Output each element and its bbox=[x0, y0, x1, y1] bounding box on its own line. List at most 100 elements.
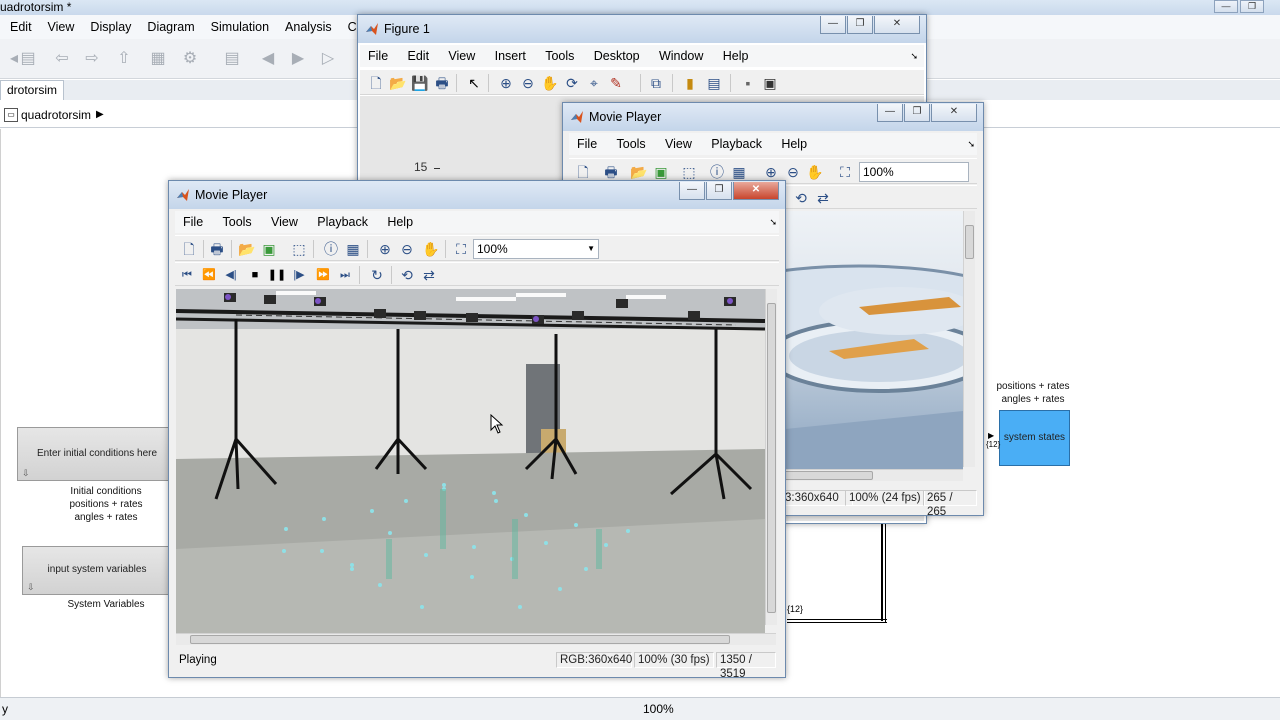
forward-backward-icon[interactable]: ⟲ bbox=[397, 265, 417, 285]
pan-hand-icon[interactable]: ✋ bbox=[805, 162, 825, 182]
figure1-menu-help[interactable]: Help bbox=[715, 45, 757, 67]
open-file-icon[interactable]: 📂 bbox=[629, 162, 649, 182]
movie-front-maximize-button[interactable]: ❐ bbox=[706, 182, 732, 200]
scroll-thumb[interactable] bbox=[965, 225, 974, 259]
movie-back-maximize-button[interactable]: ❐ bbox=[904, 104, 930, 122]
link-plot-icon[interactable]: ⧉ bbox=[646, 73, 666, 93]
movie-front-vertical-scrollbar[interactable] bbox=[765, 289, 777, 625]
figure1-menu-window[interactable]: Window bbox=[651, 45, 711, 67]
save-icon[interactable]: ▤ bbox=[18, 49, 38, 69]
stop-icon[interactable]: ■ bbox=[245, 265, 265, 285]
hide-plot-tools-icon[interactable]: ▪ bbox=[738, 73, 758, 93]
system-variables-block[interactable]: input system variables ⇩ bbox=[22, 546, 172, 595]
movie-front-menu-tools[interactable]: Tools bbox=[215, 211, 260, 233]
pointer-icon[interactable]: ↖ bbox=[464, 73, 484, 93]
bus-line[interactable] bbox=[885, 521, 887, 623]
rewind-icon[interactable]: ⏪ bbox=[199, 265, 219, 285]
movie-back-titlebar[interactable]: Movie Player — ❐ ✕ bbox=[563, 103, 983, 131]
data-cursor-icon[interactable]: ⌖ bbox=[584, 73, 604, 93]
save-icon[interactable]: 💾 bbox=[410, 73, 430, 93]
movie-back-menu-help[interactable]: Help bbox=[773, 133, 815, 155]
bus-line[interactable] bbox=[881, 521, 883, 621]
pixel-region-icon[interactable]: ▦ bbox=[729, 162, 749, 182]
figure1-menu-view[interactable]: View bbox=[440, 45, 483, 67]
export-icon[interactable]: ⬚ bbox=[289, 239, 309, 259]
figure1-menu-file[interactable]: File bbox=[360, 45, 396, 67]
print-icon[interactable]: 🖶 bbox=[432, 73, 452, 93]
movie-front-minimize-button[interactable]: — bbox=[679, 182, 705, 200]
info-icon[interactable]: ⓘ bbox=[707, 162, 727, 182]
initial-conditions-block[interactable]: Enter initial conditions here ⇩ bbox=[17, 427, 177, 481]
forward-backward-icon[interactable]: ⟲ bbox=[791, 188, 811, 208]
up-icon[interactable]: ⇧ bbox=[114, 49, 134, 69]
pixel-region-icon[interactable]: ▦ bbox=[343, 239, 363, 259]
simulink-menu-view[interactable]: View bbox=[40, 15, 83, 39]
export-icon[interactable]: ⬚ bbox=[679, 162, 699, 182]
new-icon[interactable]: 🗋 bbox=[179, 239, 199, 259]
breadcrumb-model[interactable]: quadrotorsim bbox=[21, 102, 91, 128]
movie-front-menu-view[interactable]: View bbox=[263, 211, 306, 233]
dock-arrow-icon[interactable]: ➘ bbox=[910, 45, 918, 67]
simulink-minimize-button[interactable]: — bbox=[1214, 0, 1238, 13]
step-forward-icon[interactable]: |▶ bbox=[289, 265, 309, 285]
figure1-menu-tools[interactable]: Tools bbox=[537, 45, 582, 67]
rotate-3d-icon[interactable]: ⟳ bbox=[562, 73, 582, 93]
system-states-block[interactable]: system states bbox=[999, 410, 1070, 466]
run-icon[interactable]: ▶ bbox=[288, 49, 308, 69]
swap-icon[interactable]: ⇄ bbox=[813, 188, 833, 208]
simulink-menu-display[interactable]: Display bbox=[82, 15, 139, 39]
movie-back-menu-tools[interactable]: Tools bbox=[609, 133, 654, 155]
pause-icon[interactable]: ❚❚ bbox=[267, 265, 287, 285]
figure1-minimize-button[interactable]: — bbox=[820, 16, 846, 34]
pan-hand-icon[interactable]: ✋ bbox=[421, 239, 441, 259]
movie-back-menu-file[interactable]: File bbox=[569, 133, 605, 155]
last-frame-icon[interactable]: ⏭ bbox=[335, 265, 355, 285]
dock-arrow-icon[interactable]: ➘ bbox=[769, 211, 777, 233]
movie-front-menu-playback[interactable]: Playback bbox=[309, 211, 376, 233]
zoom-in-icon[interactable]: ⊕ bbox=[496, 73, 516, 93]
figure1-maximize-button[interactable]: ❐ bbox=[847, 16, 873, 34]
breadcrumb-arrow-icon[interactable]: ▶ bbox=[96, 102, 104, 128]
tab-quadrotorsim[interactable]: drotorsim bbox=[0, 80, 65, 100]
zoom-in-icon[interactable]: ⊕ bbox=[375, 239, 395, 259]
movie-back-menu-view[interactable]: View bbox=[657, 133, 700, 155]
movie-back-zoom-combo[interactable]: 100% bbox=[859, 162, 969, 182]
simulink-menu-edit[interactable]: Edit bbox=[2, 15, 40, 39]
new-icon[interactable]: 🗋 bbox=[573, 162, 593, 182]
colorbar-icon[interactable]: ▮ bbox=[680, 73, 700, 93]
pan-hand-icon[interactable]: ✋ bbox=[540, 73, 560, 93]
loop-icon[interactable]: ↻ bbox=[367, 265, 387, 285]
movie-back-minimize-button[interactable]: — bbox=[877, 104, 903, 122]
import-icon[interactable]: ▣ bbox=[259, 239, 279, 259]
library-icon[interactable]: ▦ bbox=[148, 49, 168, 69]
fast-forward-icon[interactable]: ⏩ bbox=[313, 265, 333, 285]
navigate-forward-icon[interactable]: ⇨ bbox=[82, 49, 102, 69]
open-file-icon[interactable]: 📂 bbox=[388, 73, 408, 93]
settings-gear-icon[interactable]: ⚙ bbox=[180, 49, 200, 69]
movie-back-close-button[interactable]: ✕ bbox=[931, 104, 977, 122]
new-figure-icon[interactable]: 🗋 bbox=[366, 73, 386, 93]
show-plot-tools-icon[interactable]: ▣ bbox=[760, 73, 780, 93]
model-explorer-icon[interactable]: ▤ bbox=[222, 49, 242, 69]
import-icon[interactable]: ▣ bbox=[651, 162, 671, 182]
simulink-menu-analysis[interactable]: Analysis bbox=[277, 15, 340, 39]
figure1-menu-desktop[interactable]: Desktop bbox=[586, 45, 648, 67]
movie-front-zoom-combo[interactable]: 100% ▼ bbox=[473, 239, 599, 259]
movie-back-menu-playback[interactable]: Playback bbox=[703, 133, 770, 155]
figure1-titlebar[interactable]: Figure 1 — ❐ ✕ bbox=[358, 15, 926, 43]
fit-to-window-icon[interactable]: ⛶ bbox=[451, 239, 471, 259]
movie-front-menu-file[interactable]: File bbox=[175, 211, 211, 233]
print-icon[interactable]: 🖶 bbox=[601, 162, 621, 182]
zoom-out-icon[interactable]: ⊖ bbox=[783, 162, 803, 182]
bus-line[interactable] bbox=[787, 619, 887, 623]
step-forward-sim-icon[interactable]: ▷ bbox=[318, 49, 338, 69]
info-icon[interactable]: ⓘ bbox=[321, 239, 341, 259]
movie-front-titlebar[interactable]: Movie Player — ❐ ✕ bbox=[169, 181, 785, 209]
movie-player-front-window[interactable]: Movie Player — ❐ ✕ File Tools View Playb… bbox=[168, 180, 786, 680]
legend-icon[interactable]: ▤ bbox=[704, 73, 724, 93]
step-back-icon[interactable]: ◀| bbox=[221, 265, 241, 285]
figure1-menu-insert[interactable]: Insert bbox=[487, 45, 534, 67]
brush-icon[interactable]: ✎ bbox=[606, 73, 626, 93]
scroll-thumb[interactable] bbox=[190, 635, 730, 644]
figure1-close-button[interactable]: ✕ bbox=[874, 16, 920, 34]
